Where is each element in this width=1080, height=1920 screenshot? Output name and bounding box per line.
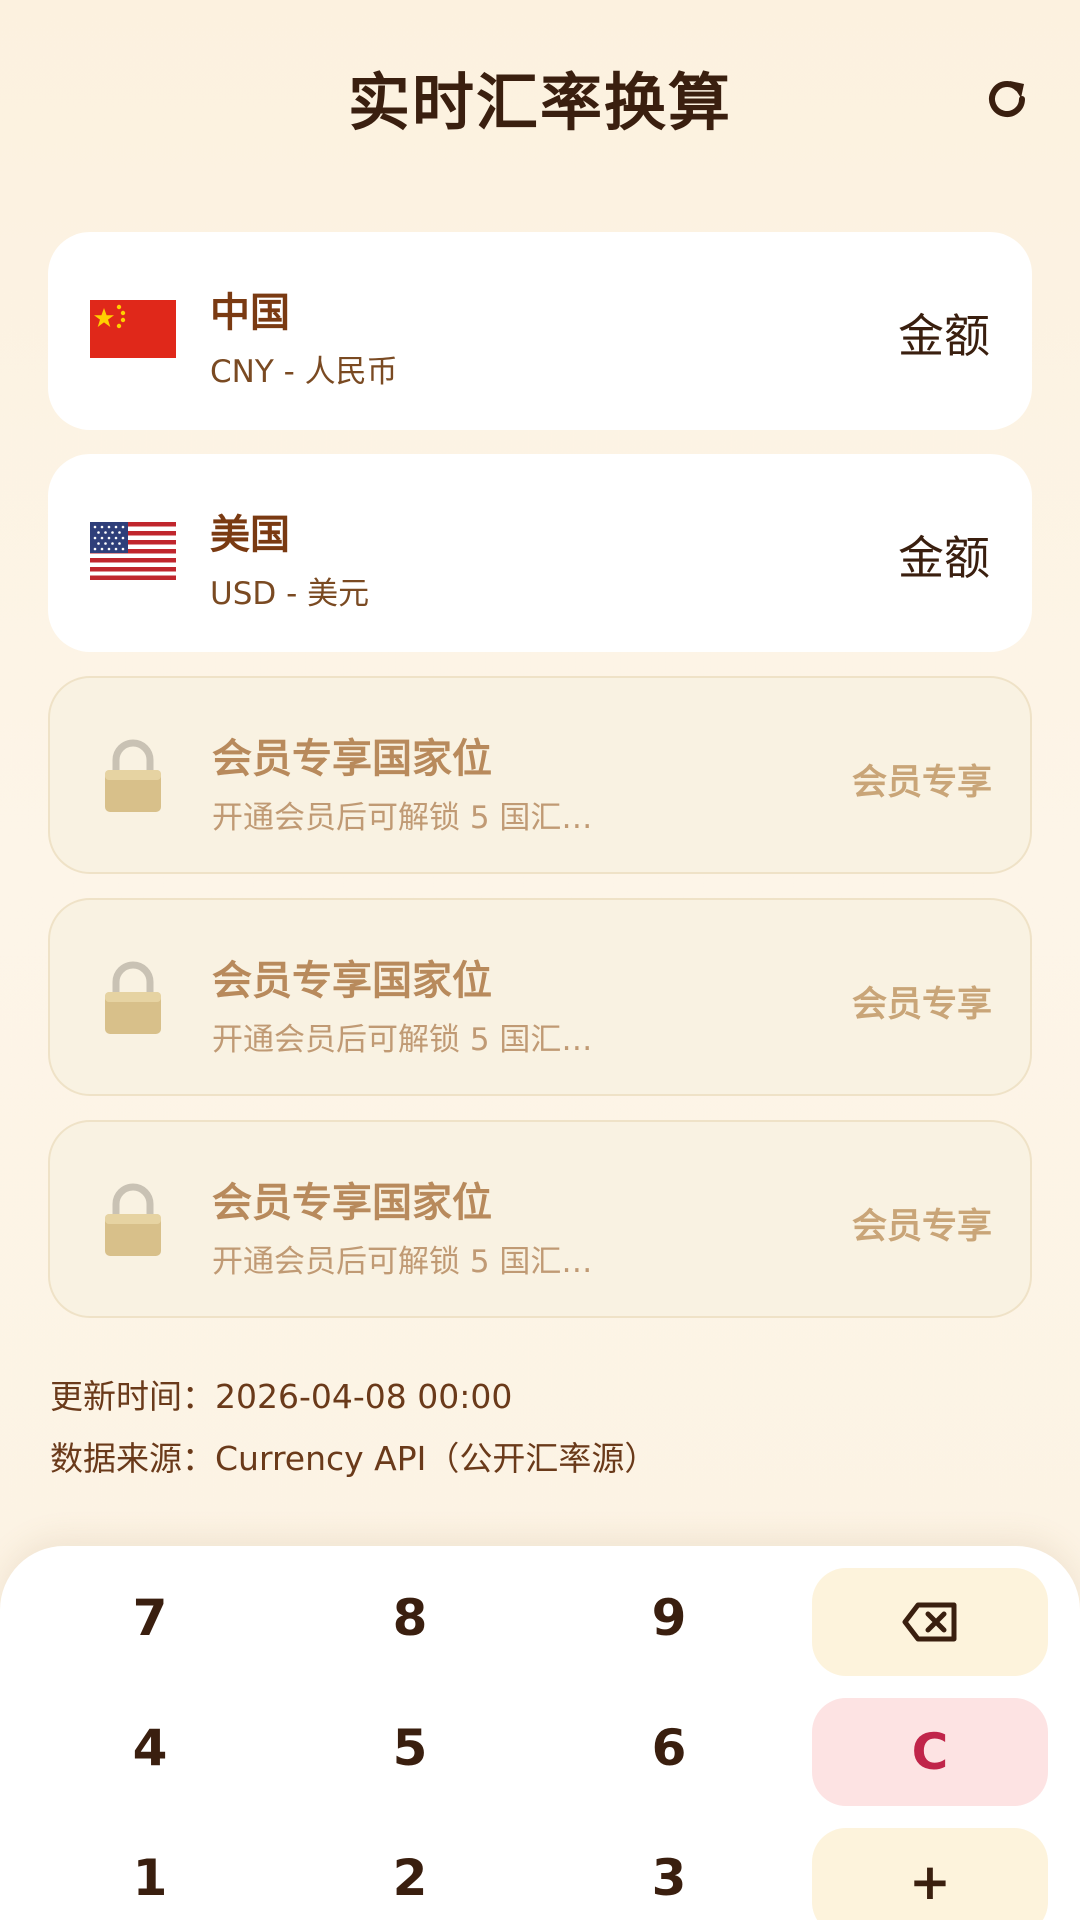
update-time: 更新时间：2026-04-08 00:00: [50, 1377, 513, 1416]
amount-field[interactable]: 金额: [898, 300, 990, 366]
country-name: 中国: [210, 290, 290, 336]
currency-card-usd[interactable]: 美国 USD - 美元 金额: [48, 454, 1032, 652]
refresh-icon: [989, 81, 1025, 117]
currency-card-cny[interactable]: 中国 CNY - 人民币 金额: [48, 232, 1032, 430]
backspace-button[interactable]: [812, 1568, 1048, 1676]
keypad: 7 8 9 4 5 6 1 2 3 C +: [0, 1546, 1080, 1920]
locked-slot-title: 会员专享国家位: [212, 958, 492, 1004]
header: 实时汇率换算: [0, 0, 1080, 200]
key-6[interactable]: 6: [609, 1698, 729, 1798]
locked-slot[interactable]: 会员专享国家位 开通会员后可解锁 5 国汇… 会员专享: [48, 1120, 1032, 1318]
key-3[interactable]: 3: [609, 1828, 729, 1920]
us-flag-icon: [90, 522, 176, 580]
currency-code: USD - 美元: [210, 576, 370, 612]
amount-field[interactable]: 金额: [898, 522, 990, 588]
key-2[interactable]: 2: [350, 1828, 470, 1920]
country-name: 美国: [210, 512, 290, 558]
backspace-icon: [902, 1602, 957, 1642]
locked-slot[interactable]: 会员专享国家位 开通会员后可解锁 5 国汇… 会员专享: [48, 898, 1032, 1096]
key-7[interactable]: 7: [90, 1568, 210, 1668]
key-5[interactable]: 5: [350, 1698, 470, 1798]
lock-icon: [102, 1182, 164, 1258]
locked-slot-desc: 开通会员后可解锁 5 国汇…: [212, 1022, 593, 1058]
locked-slot-title: 会员专享国家位: [212, 1180, 492, 1226]
locked-slot-desc: 开通会员后可解锁 5 国汇…: [212, 1244, 593, 1280]
currency-code: CNY - 人民币: [210, 354, 398, 390]
member-tag: 会员专享: [851, 985, 992, 1025]
cn-flag-icon: [90, 300, 176, 358]
page-title: 实时汇率换算: [347, 66, 732, 139]
key-8[interactable]: 8: [350, 1568, 470, 1668]
member-tag: 会员专享: [851, 1207, 992, 1247]
key-1[interactable]: 1: [90, 1828, 210, 1920]
locked-slot-title: 会员专享国家位: [212, 736, 492, 782]
lock-icon: [102, 960, 164, 1036]
clear-button[interactable]: C: [812, 1698, 1048, 1806]
member-tag: 会员专享: [851, 763, 992, 803]
lock-icon: [102, 738, 164, 814]
refresh-button[interactable]: [978, 70, 1036, 128]
locked-slot-desc: 开通会员后可解锁 5 国汇…: [212, 800, 593, 836]
key-9[interactable]: 9: [609, 1568, 729, 1668]
data-source: 数据来源：Currency API（公开汇率源）: [50, 1439, 658, 1478]
locked-slot[interactable]: 会员专享国家位 开通会员后可解锁 5 国汇… 会员专享: [48, 676, 1032, 874]
plus-button[interactable]: +: [812, 1828, 1048, 1920]
key-4[interactable]: 4: [90, 1698, 210, 1798]
